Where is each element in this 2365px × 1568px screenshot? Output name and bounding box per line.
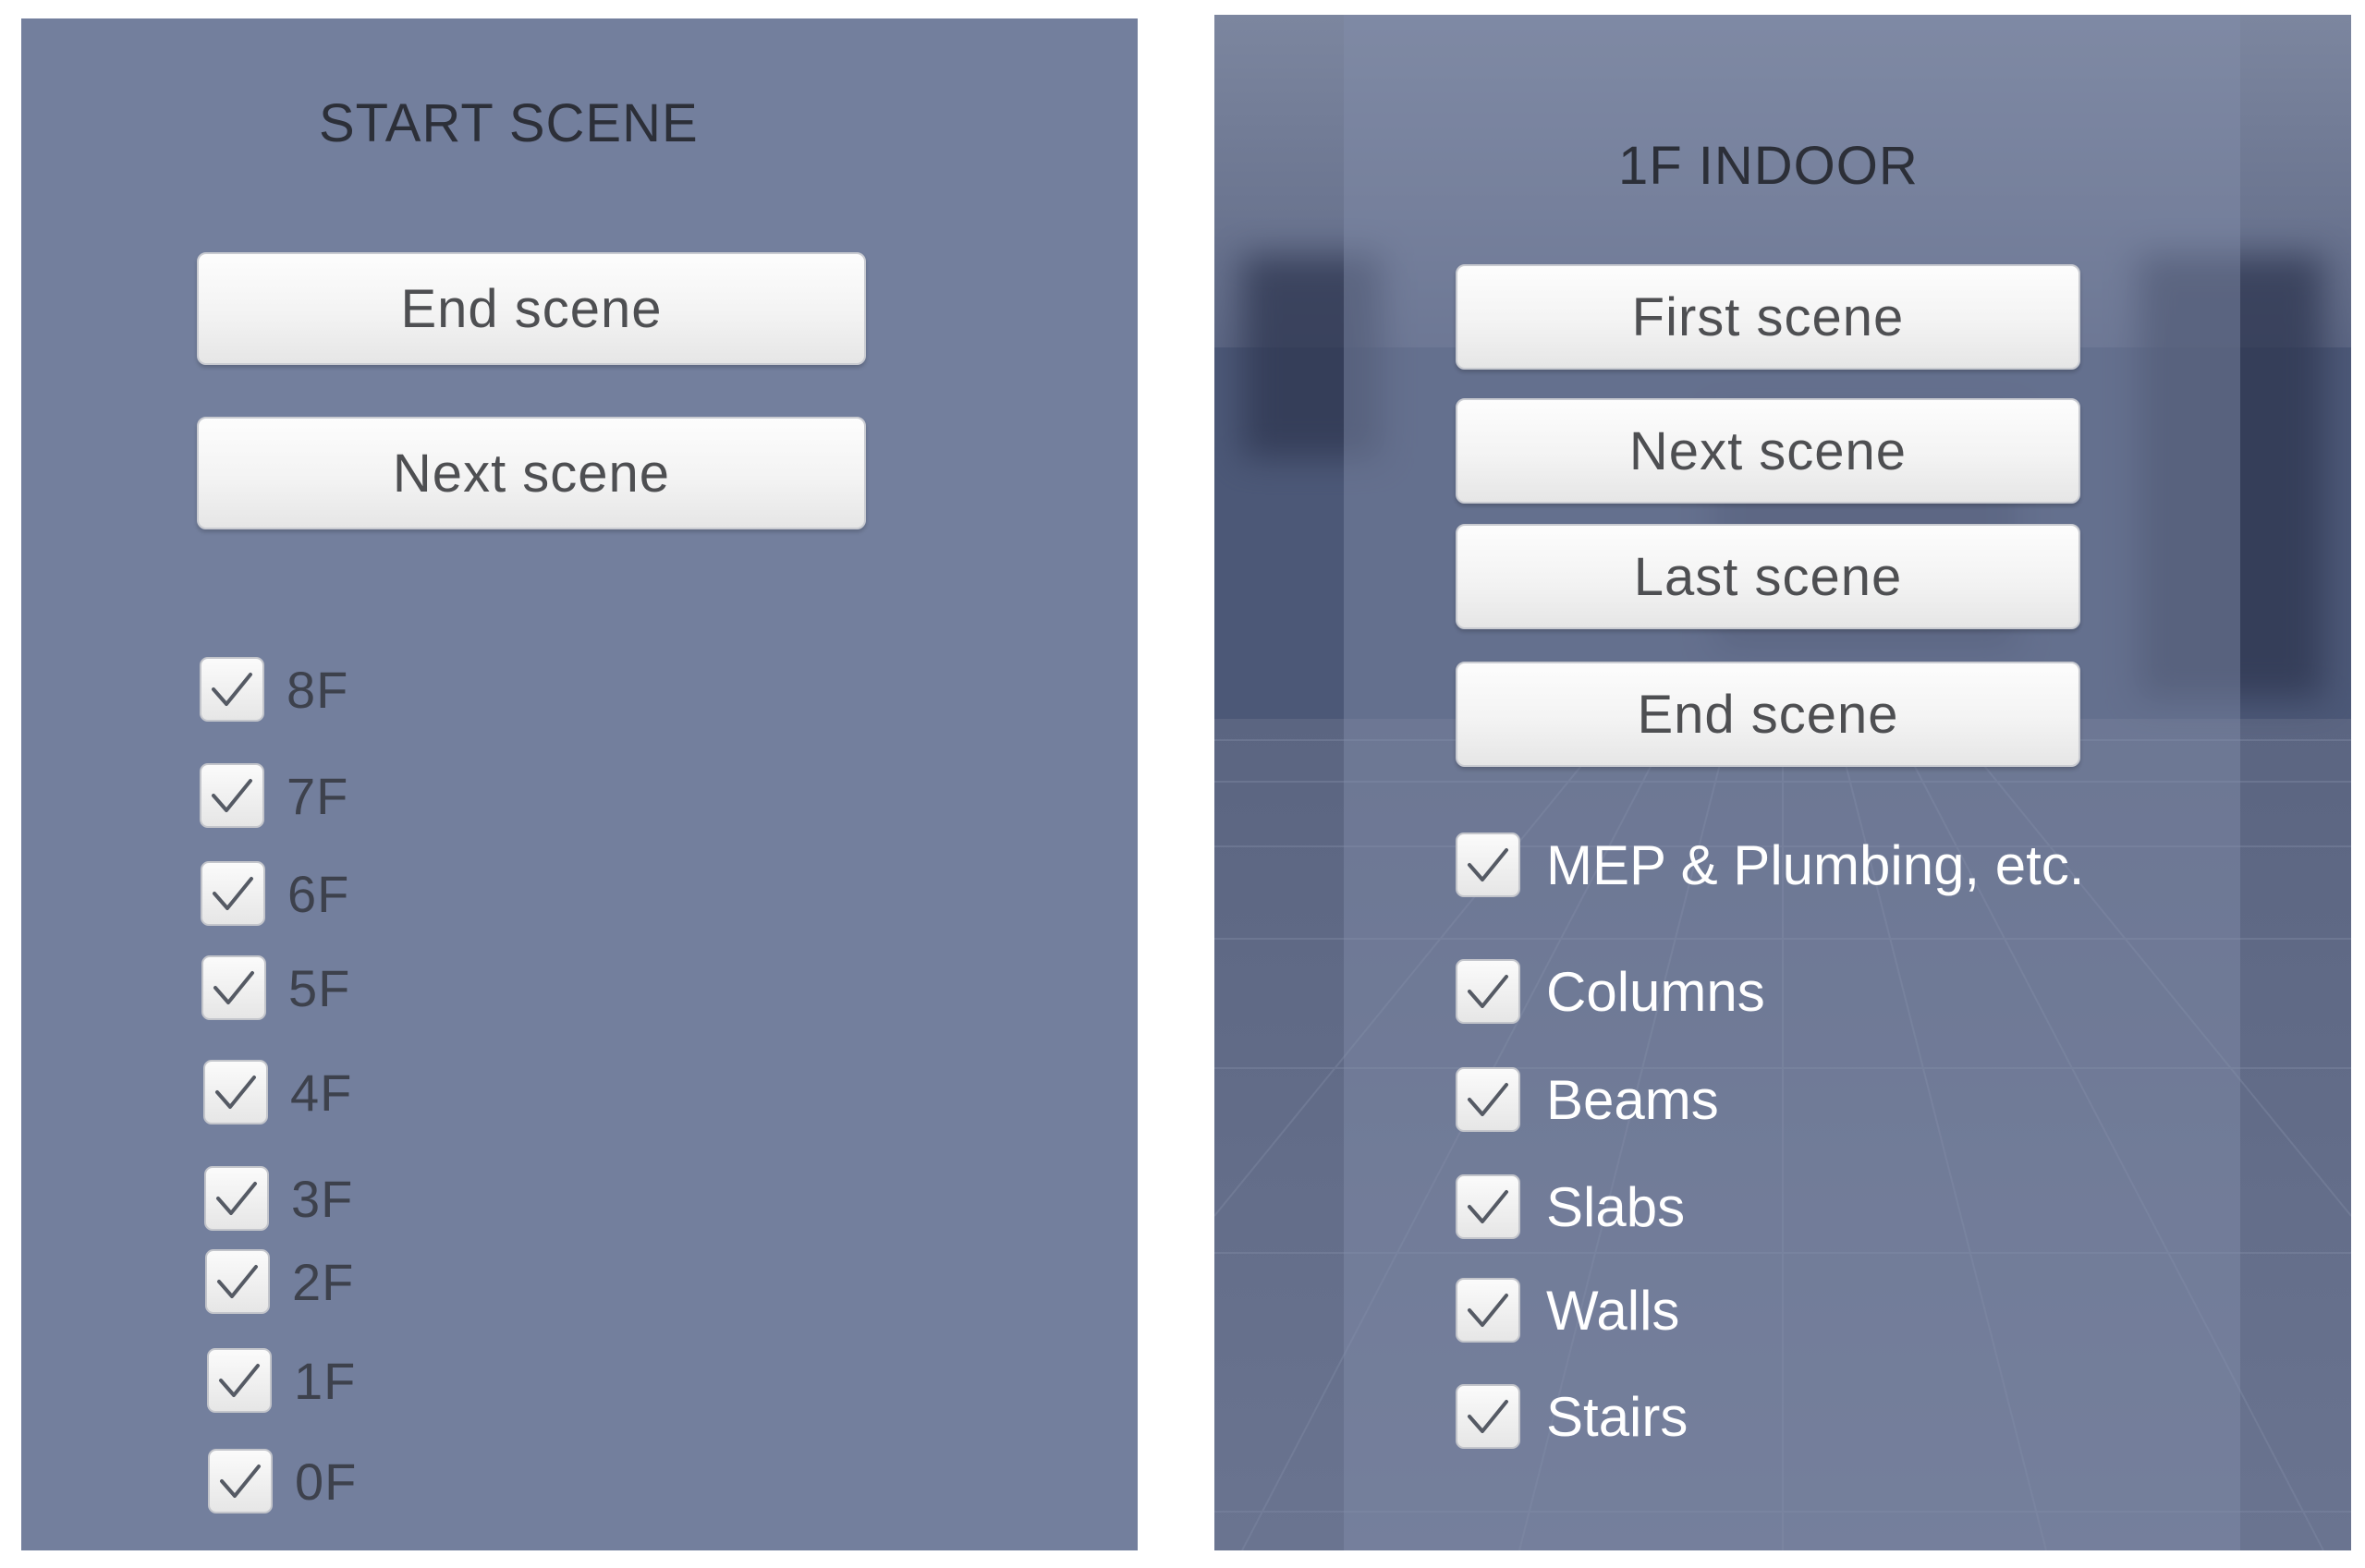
checkbox[interactable] (204, 1166, 269, 1231)
checkbox[interactable] (1456, 1067, 1520, 1132)
checkbox[interactable] (1456, 1174, 1520, 1239)
checkmark-icon (1468, 975, 1508, 1008)
layer-toggle-slabs[interactable]: Slabs (1456, 1170, 1685, 1244)
indoor-scene-title: 1F INDOOR (1618, 136, 1919, 196)
checkmark-icon (1468, 1190, 1508, 1223)
layer-toggle-walls[interactable]: Walls (1456, 1273, 1679, 1347)
checkmark-icon (1468, 1400, 1508, 1433)
checkbox[interactable] (1456, 1278, 1520, 1343)
next-scene-button[interactable]: Next scene (1456, 398, 2080, 504)
indoor-scene-panel: 1F INDOOR First scene Next scene Last sc… (1214, 15, 2351, 1550)
layer-toggle-columns[interactable]: Columns (1456, 954, 1765, 1028)
layer-toggle-mep[interactable]: MEP & Plumbing, etc. (1456, 828, 2084, 902)
checkmark-icon (219, 1364, 260, 1397)
floor-toggle-8f[interactable]: 8F (200, 652, 348, 726)
floor-toggle-6f[interactable]: 6F (201, 857, 349, 930)
checkbox[interactable] (1456, 833, 1520, 897)
floor-label: 6F (287, 864, 350, 923)
checkbox[interactable] (1456, 959, 1520, 1024)
floor-toggle-0f[interactable]: 0F (208, 1444, 357, 1518)
checkmark-icon (1468, 1294, 1508, 1327)
layer-label: Columns (1546, 960, 1765, 1023)
checkmark-icon (213, 877, 253, 910)
checkbox[interactable] (1456, 1384, 1520, 1449)
checkmark-icon (216, 1182, 257, 1215)
start-scene-panel: START SCENE End scene Next scene 8F 7F 6… (21, 18, 1138, 1550)
checkmark-icon (215, 1076, 256, 1109)
first-scene-button[interactable]: First scene (1456, 264, 2080, 370)
checkbox[interactable] (203, 1060, 268, 1124)
layer-label: Beams (1546, 1068, 1719, 1131)
floor-toggle-7f[interactable]: 7F (200, 759, 348, 833)
start-scene-title: START SCENE (319, 93, 699, 153)
checkbox[interactable] (201, 861, 265, 926)
last-scene-button[interactable]: Last scene (1456, 524, 2080, 629)
checkbox[interactable] (205, 1249, 270, 1314)
layer-label: Slabs (1546, 1175, 1686, 1238)
checkmark-icon (217, 1265, 258, 1298)
floor-label: 1F (294, 1351, 357, 1410)
checkbox[interactable] (207, 1348, 272, 1413)
checkmark-icon (1468, 848, 1508, 881)
layer-toggle-stairs[interactable]: Stairs (1456, 1380, 1688, 1453)
floor-toggle-2f[interactable]: 2F (205, 1245, 354, 1319)
floor-toggle-3f[interactable]: 3F (204, 1161, 353, 1235)
floor-label: 2F (292, 1252, 355, 1311)
layer-label: Stairs (1546, 1385, 1688, 1448)
checkmark-icon (220, 1465, 261, 1498)
floor-label: 7F (286, 766, 349, 825)
checkmark-icon (212, 779, 252, 812)
checkbox[interactable] (200, 763, 264, 828)
next-scene-button[interactable]: Next scene (197, 417, 866, 529)
end-scene-button[interactable]: End scene (197, 252, 866, 365)
checkmark-icon (212, 673, 252, 706)
checkmark-icon (1468, 1083, 1508, 1116)
layer-label: MEP & Plumbing, etc. (1546, 833, 2085, 896)
checkbox[interactable] (208, 1449, 273, 1513)
floor-label: 3F (291, 1169, 354, 1228)
end-scene-button[interactable]: End scene (1456, 662, 2080, 767)
checkbox[interactable] (201, 955, 266, 1020)
layer-toggle-beams[interactable]: Beams (1456, 1063, 1719, 1136)
floor-toggle-1f[interactable]: 1F (207, 1343, 356, 1417)
checkbox[interactable] (200, 657, 264, 722)
floor-label: 8F (286, 660, 349, 719)
floor-toggle-5f[interactable]: 5F (201, 951, 350, 1025)
layer-label: Walls (1546, 1279, 1680, 1342)
floor-label: 5F (288, 958, 351, 1017)
checkmark-icon (213, 971, 254, 1004)
floor-label: 0F (295, 1452, 358, 1511)
floor-label: 4F (290, 1063, 353, 1122)
floor-toggle-4f[interactable]: 4F (203, 1055, 352, 1129)
